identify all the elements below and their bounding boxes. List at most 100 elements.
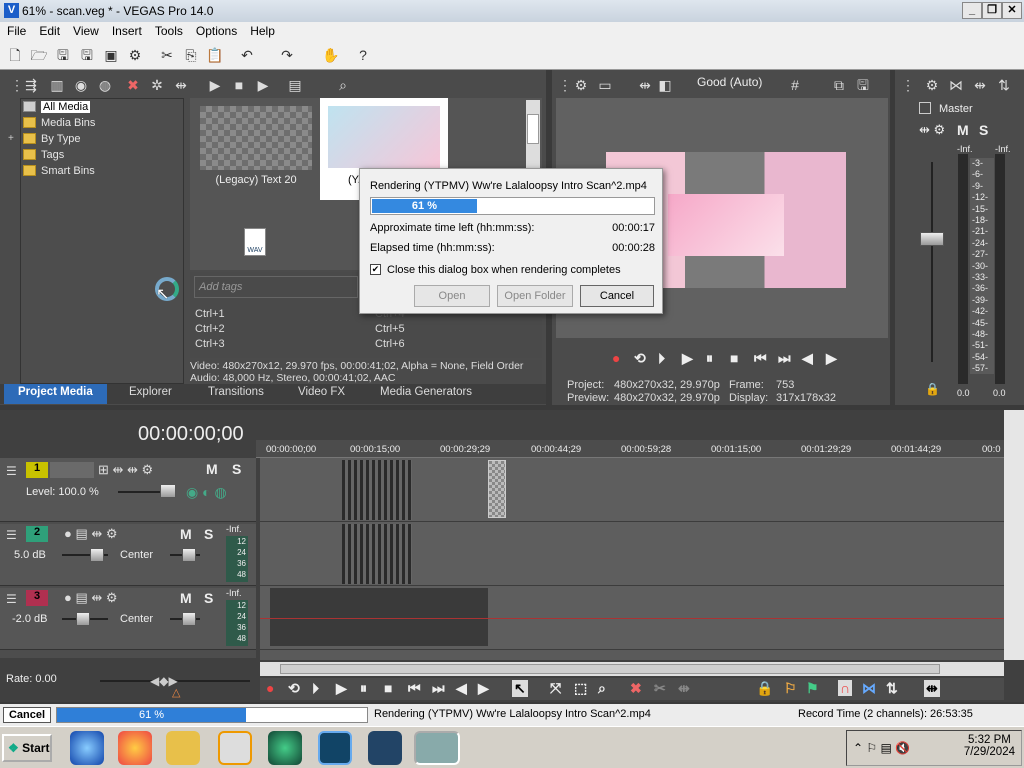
touch-icon[interactable]: ✋	[322, 46, 340, 64]
track-name-field[interactable]	[50, 462, 94, 478]
audio-event-track-3[interactable]	[270, 588, 488, 646]
play-from-start-icon[interactable]: ⏵	[658, 350, 665, 367]
selection-tool-icon[interactable]: ⬚	[574, 680, 587, 697]
tree-item-all-media[interactable]: All Media	[23, 101, 91, 113]
file-explorer-icon[interactable]	[166, 731, 200, 765]
lock-icon[interactable]: 🔒	[925, 382, 940, 396]
auto-crossfade-icon[interactable]: ⋈	[862, 680, 876, 697]
track-header-audio-3[interactable]: ☰ 3 ● ▤ ⇹ ⚙ M S -2.0 dB Center -Inf. 12 2…	[0, 588, 256, 650]
envelope-tool-icon[interactable]: ⤧	[550, 680, 561, 697]
tab-media-generators[interactable]: Media Generators	[380, 386, 472, 398]
chat-app-icon[interactable]	[268, 731, 302, 765]
web-icon[interactable]: ◍	[96, 76, 114, 94]
save-icon[interactable]: 🖫	[54, 46, 72, 64]
next-frame-icon[interactable]: ▶	[826, 350, 837, 367]
paste-icon[interactable]: 📋	[206, 46, 224, 64]
timeline-horizontal-scrollbar[interactable]	[260, 662, 1004, 676]
save-snapshot-icon[interactable]: 🖫	[854, 76, 872, 94]
auto-preview-icon[interactable]: ▶	[254, 76, 272, 94]
audio-event-strips[interactable]	[342, 524, 412, 584]
menu-insert[interactable]: Insert	[105, 22, 148, 38]
menu-file[interactable]: File	[0, 22, 32, 38]
lock-meters-icon[interactable]: ⇅	[995, 76, 1013, 94]
marker-icon[interactable]: ⚐	[784, 680, 797, 697]
record-icon[interactable]: ●	[266, 680, 274, 696]
copy-icon[interactable]: ⎘	[182, 46, 200, 64]
pan-slider[interactable]	[182, 548, 196, 562]
lock-event-icon[interactable]: 🔒	[756, 680, 773, 697]
close-button[interactable]: ✕	[1002, 2, 1022, 19]
save-as-icon[interactable]: 🖫	[78, 46, 96, 64]
start-button[interactable]: ❖ Start	[2, 734, 52, 762]
loop-icon[interactable]: ⟲	[634, 350, 646, 367]
firefox-icon[interactable]	[118, 731, 152, 765]
pause-icon[interactable]: ⏸	[706, 350, 713, 367]
wav-file-icon[interactable]: WAV	[244, 228, 266, 256]
preview-quality-dropdown[interactable]: Good (Auto)	[697, 75, 762, 89]
stop-icon[interactable]: ■	[384, 680, 392, 696]
master-settings-icon[interactable]: ⚙	[923, 76, 941, 94]
track-1-solo[interactable]: S	[232, 461, 241, 477]
timeline-vertical-scrollbar[interactable]	[1004, 410, 1024, 660]
timeline-tracks[interactable]	[260, 458, 1004, 660]
trim-icon[interactable]: ✂	[654, 680, 666, 697]
track-3-mute[interactable]: M	[180, 590, 192, 606]
loop-icon[interactable]: ⟲	[288, 680, 300, 697]
play-icon[interactable]: ▶	[682, 350, 693, 367]
tree-item-by-type[interactable]: + By Type	[8, 133, 81, 145]
preview-settings-icon[interactable]: ⚙	[572, 76, 590, 94]
scrollbar-thumb[interactable]	[527, 114, 539, 144]
effects-icon[interactable]: ✲	[148, 76, 166, 94]
redo-icon[interactable]: ↷	[278, 46, 296, 64]
remove-icon[interactable]: ✖	[124, 76, 142, 94]
menu-view[interactable]: View	[66, 22, 105, 38]
status-cancel-button[interactable]: Cancel	[3, 707, 51, 723]
master-fader[interactable]	[920, 232, 944, 246]
split-icon[interactable]: ⇹	[678, 680, 690, 697]
tab-video-fx[interactable]: Video FX	[298, 386, 345, 398]
ripple-icon[interactable]: ⇅	[886, 680, 898, 697]
dialog-cancel-button[interactable]: Cancel	[580, 285, 654, 307]
get-media-icon[interactable]: ◉	[72, 76, 90, 94]
thumb-legacy-text[interactable]	[200, 106, 312, 170]
tree-item-media-bins[interactable]: Media Bins	[23, 117, 95, 129]
track-tools-icon[interactable]: ⊞ ⇹ ⇹ ⚙	[98, 462, 153, 478]
open-button[interactable]: Open	[414, 285, 490, 307]
track-tools-icon[interactable]: ● ▤ ⇹ ⚙	[64, 526, 118, 542]
menu-tools[interactable]: Tools	[148, 22, 189, 38]
volume-slider[interactable]	[76, 612, 90, 626]
views-icon[interactable]: ▤	[286, 76, 304, 94]
cut-icon[interactable]: ✂	[158, 46, 176, 64]
new-icon[interactable]: 🗋	[6, 46, 24, 64]
import-media-icon[interactable]: ⇶	[22, 76, 40, 94]
zoom-tool-icon[interactable]: ⌕	[598, 680, 606, 697]
go-to-end-icon[interactable]: ⏭	[778, 350, 791, 367]
restore-button[interactable]: ❐	[982, 2, 1002, 19]
overlay-icon[interactable]: ◧	[656, 76, 674, 94]
video-event-strips[interactable]	[342, 460, 412, 520]
undo-icon[interactable]: ↶	[238, 46, 256, 64]
volume-envelope[interactable]	[260, 618, 1004, 619]
prev-frame-icon[interactable]: ◀	[456, 680, 467, 697]
next-frame-icon[interactable]: ▶	[478, 680, 489, 697]
external-monitor-icon[interactable]: ▭	[596, 76, 614, 94]
menu-options[interactable]: Options	[189, 22, 243, 38]
vegas-pro-task-icon[interactable]	[414, 731, 460, 765]
tray-icons[interactable]: ⌃ ⚐ ▤ 🔇	[853, 741, 910, 755]
minimize-button[interactable]: _	[962, 2, 982, 19]
internet-explorer-icon[interactable]	[70, 731, 104, 765]
collapse-icon[interactable]: ☰	[6, 592, 17, 606]
tab-project-media[interactable]: Project Media	[4, 384, 107, 404]
master-solo-button[interactable]: S	[979, 122, 988, 138]
collapse-icon[interactable]: ☰	[6, 528, 17, 542]
track-header-video-1[interactable]: ☰ 1 ⊞ ⇹ ⇹ ⚙ M S Level: 100.0 % ◉ ◐ ◍	[0, 458, 256, 522]
stop-icon[interactable]: ■	[730, 350, 738, 366]
track-tools-icon[interactable]: ● ▤ ⇹ ⚙	[64, 590, 118, 606]
track-1-mute[interactable]: M	[206, 461, 218, 477]
tab-transitions[interactable]: Transitions	[208, 386, 264, 398]
search-icon[interactable]: ⌕	[334, 76, 352, 94]
compositing-icon[interactable]: ◉ ◐ ◍	[186, 484, 227, 501]
open-icon[interactable]: 🗁	[30, 46, 48, 64]
file-transfer-icon[interactable]	[318, 731, 352, 765]
go-to-end-icon[interactable]: ⏭	[432, 680, 445, 697]
